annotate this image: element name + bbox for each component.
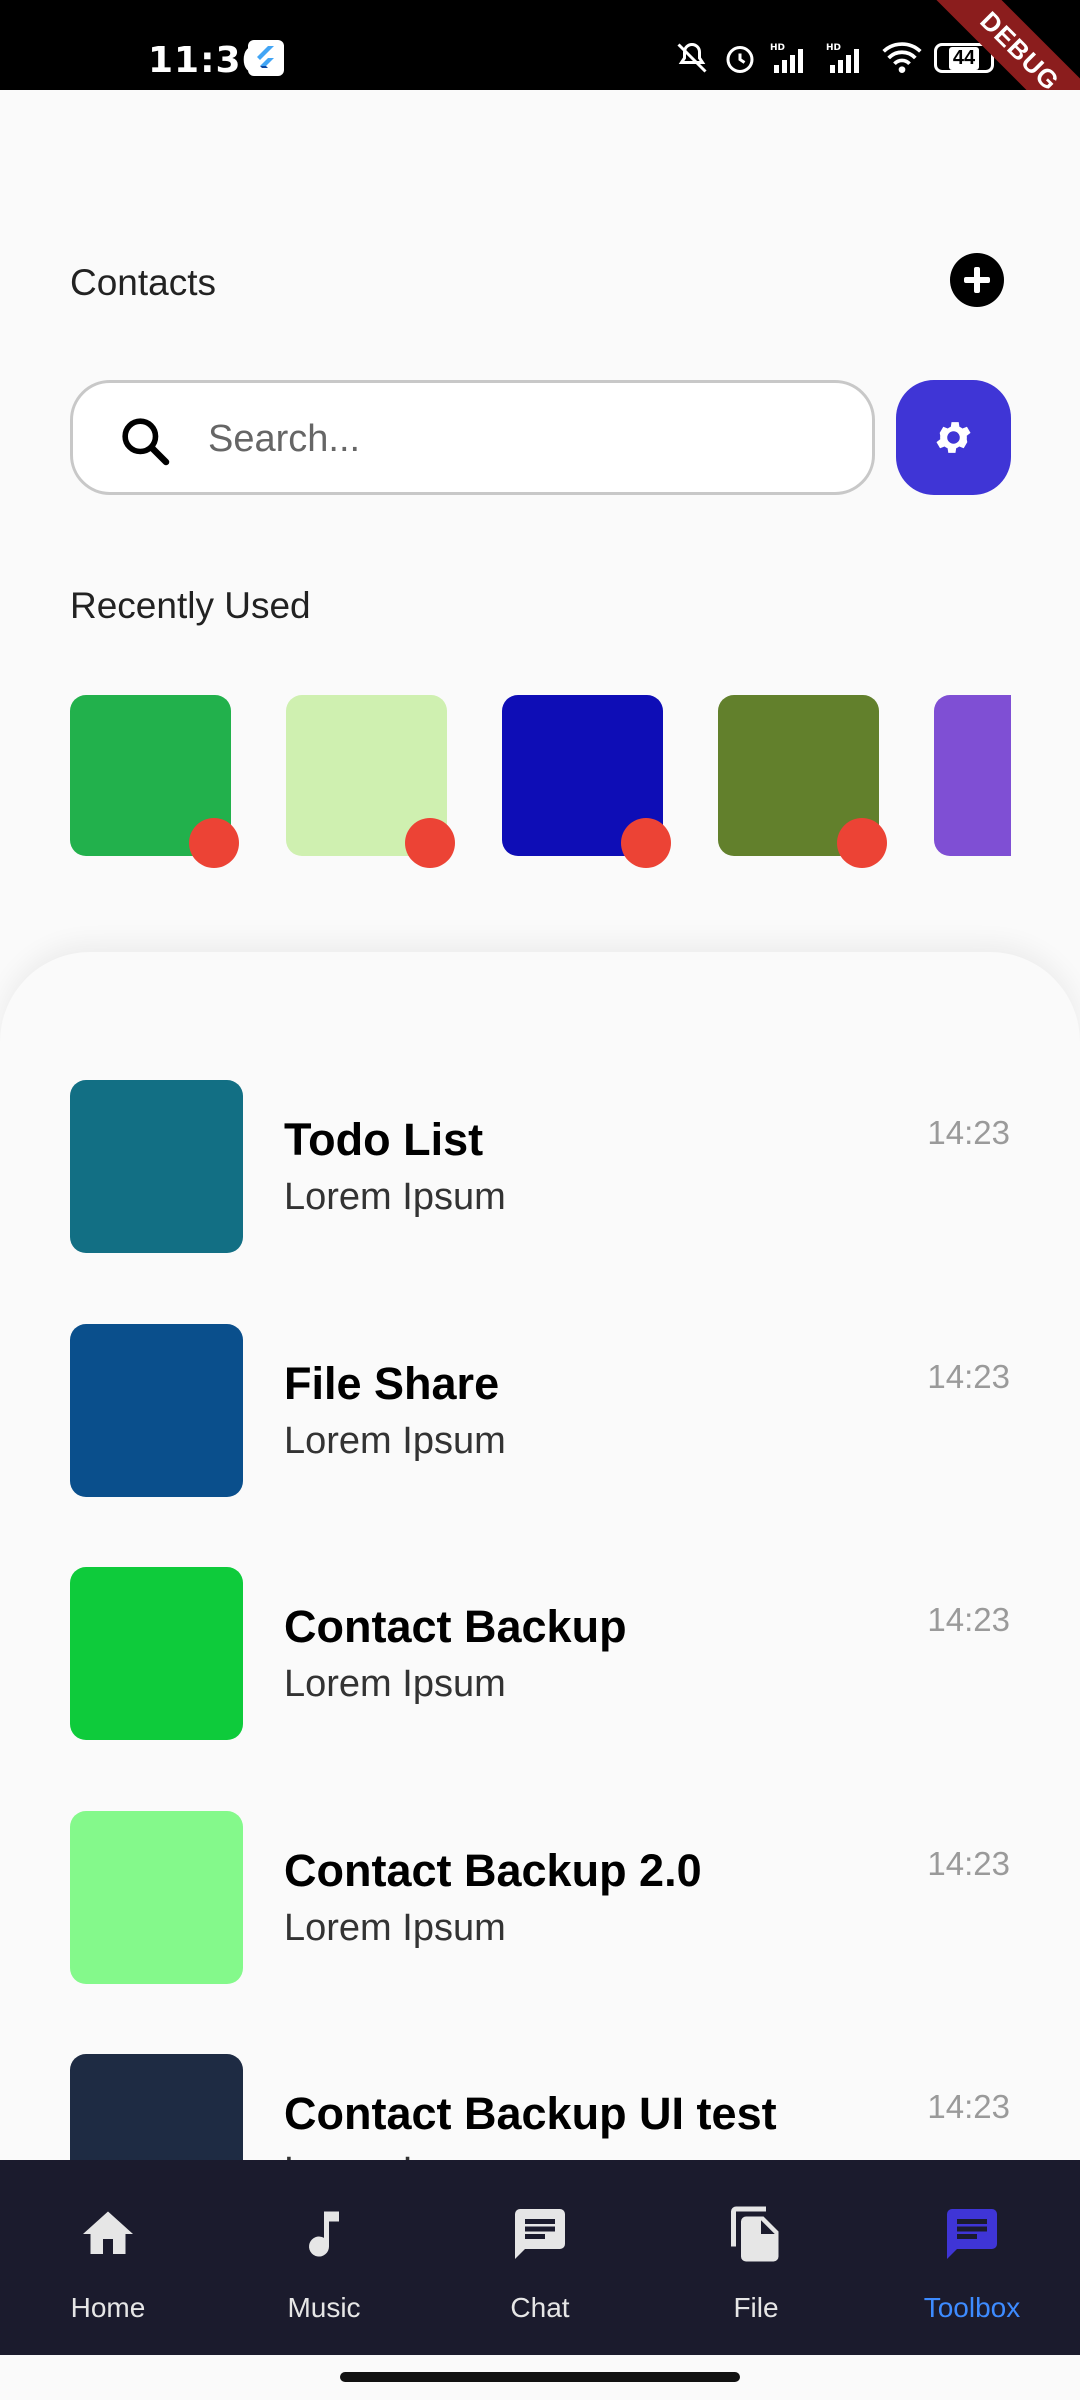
recent-item[interactable]	[286, 695, 455, 868]
list-item-thumbnail	[70, 1324, 243, 1497]
list-item-title: Contact Backup	[284, 1601, 627, 1652]
page-title: Contacts	[70, 262, 217, 303]
alarm-icon	[726, 46, 754, 73]
mute-vibrate-icon	[677, 42, 707, 73]
flutter-app-icon	[248, 40, 284, 76]
notification-dot	[621, 818, 671, 868]
list-item-time: 14:23	[927, 1845, 1010, 1882]
list-item-thumbnail	[70, 2054, 243, 2162]
notification-dot	[837, 818, 887, 868]
list-item[interactable]: Todo List Lorem Ipsum 14:23	[70, 1080, 1010, 1253]
notification-dot	[189, 818, 239, 868]
nav-label: File	[733, 2292, 779, 2323]
signal-hd-icon-2: HD	[826, 43, 859, 73]
nav-file[interactable]: File	[648, 2160, 864, 2355]
list-item-title: File Share	[284, 1358, 500, 1409]
list-item-subtitle: Lorem Ipsum	[284, 1663, 506, 1705]
list-item-thumbnail	[70, 1811, 243, 1984]
recent-item[interactable]	[718, 695, 887, 868]
home-icon	[83, 2211, 133, 2254]
notification-dot	[405, 818, 455, 868]
home-gesture-bar[interactable]	[340, 2372, 740, 2382]
signal-hd-icon: HD	[770, 43, 803, 73]
recently-used-label: Recently Used	[70, 585, 311, 626]
bottom-navigation: Home Music Chat File Toolbox	[0, 2160, 1080, 2355]
nav-label: Home	[70, 2292, 146, 2323]
list-item-thumbnail	[70, 1080, 243, 1253]
recent-item[interactable]	[934, 695, 1011, 856]
status-icons: HD HD 44	[674, 36, 994, 80]
add-contact-button[interactable]	[950, 253, 1004, 307]
gear-icon	[936, 422, 971, 453]
list-item-subtitle: Lorem Ipsum	[284, 1907, 506, 1949]
nav-label: Toolbox	[923, 2292, 1021, 2323]
chat-icon	[515, 2209, 565, 2259]
list-item-time: 14:23	[927, 1358, 1010, 1395]
list-item-title: Contact Backup UI test	[284, 2088, 777, 2139]
list-item-time: 14:23	[927, 2088, 1010, 2125]
recent-item[interactable]	[502, 695, 671, 868]
list-item-thumbnail	[70, 1567, 243, 1740]
wifi-icon	[882, 42, 922, 73]
list-item[interactable]: Contact Backup UI test Lorem Ipsum 14:23	[70, 2054, 1010, 2162]
nav-music[interactable]: Music	[216, 2160, 432, 2355]
settings-button[interactable]	[896, 380, 1011, 495]
list-item-title: Contact Backup 2.0	[284, 1845, 702, 1896]
recently-used-list	[70, 695, 1011, 875]
nav-label: Music	[287, 2292, 361, 2323]
svg-text:HD: HD	[826, 43, 841, 53]
list-item[interactable]: Contact Backup Lorem Ipsum 14:23	[70, 1567, 1010, 1740]
search-icon	[122, 418, 170, 466]
list-item-subtitle: Lorem Ipsum	[284, 1420, 506, 1462]
recent-item[interactable]	[70, 695, 239, 868]
nav-home[interactable]: Home	[0, 2160, 216, 2355]
nav-label: Chat	[510, 2292, 570, 2323]
list-item[interactable]: Contact Backup 2.0 Lorem Ipsum 14:23	[70, 1811, 1010, 1984]
battery-level: 44	[948, 46, 980, 70]
music-note-icon	[309, 2211, 339, 2257]
list-item-time: 14:23	[927, 1114, 1010, 1151]
toolbox-icon	[947, 2209, 997, 2259]
file-icon	[731, 2206, 779, 2262]
status-bar: 11:36 HD HD 44 DEBUG	[0, 0, 1080, 90]
list-item-time: 14:23	[927, 1601, 1010, 1638]
list-item-subtitle: Lorem Ipsum	[284, 1176, 506, 1218]
svg-text:HD: HD	[770, 43, 785, 53]
nav-toolbox[interactable]: Toolbox	[864, 2160, 1080, 2355]
search-bar[interactable]	[70, 380, 875, 495]
list-item[interactable]: File Share Lorem Ipsum 14:23	[70, 1324, 1010, 1497]
search-input[interactable]	[208, 411, 828, 467]
tool-list: Todo List Lorem Ipsum 14:23 File Share L…	[0, 952, 1080, 2162]
nav-chat[interactable]: Chat	[432, 2160, 648, 2355]
list-item-title: Todo List	[284, 1114, 484, 1165]
